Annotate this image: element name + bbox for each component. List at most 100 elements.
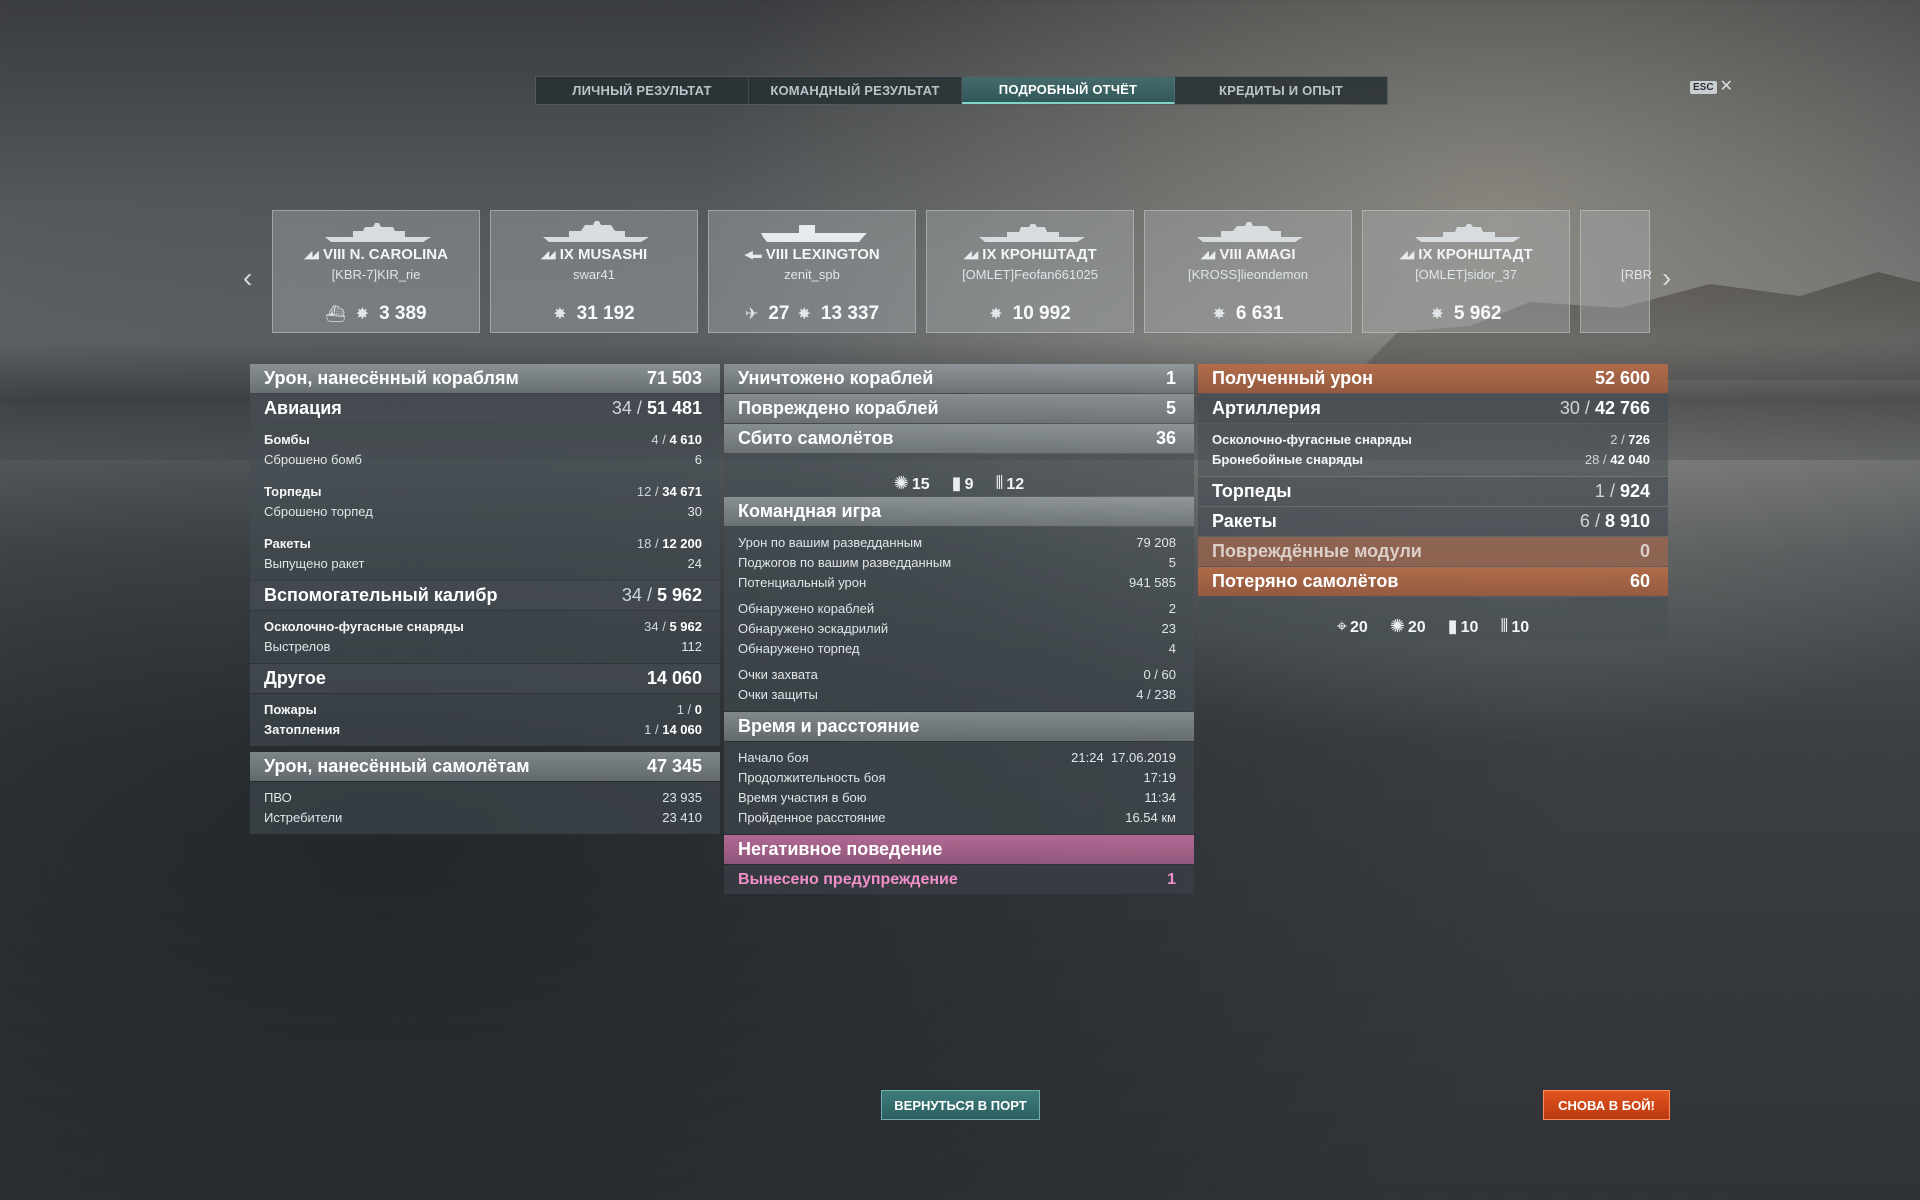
tab-personal-result[interactable]: ЛИЧНЫЙ РЕЗУЛЬТАТ [536, 77, 749, 104]
cruiser-class-icon: ◢◢ [963, 249, 978, 261]
tab-detailed-report[interactable]: ПОДРОБНЫЙ ОТЧЁТ [962, 77, 1175, 104]
battleship-class-icon: ◢◢ [1200, 249, 1215, 261]
plane-destroyed-icon: ✺ [893, 473, 909, 493]
close-icon: ✕ [1719, 78, 1733, 95]
ship-silhouette-icon [325, 223, 431, 242]
ship-damage: 13 337 [820, 303, 880, 324]
distance-row: Пройденное расстояние 16.54 км [738, 810, 1176, 825]
damage-icon: ✸ [1212, 306, 1226, 323]
player-name: [OMLET]sidor_37 [1415, 267, 1517, 282]
planes-shot: 27 [768, 303, 790, 324]
negative-behavior-header: Негативное поведение [724, 835, 1194, 864]
ap-received-row: Бронебойные снаряды 28 / 42 040 [1212, 452, 1650, 467]
plane-destroyed-icon: ✺ [1389, 616, 1405, 636]
ship-silhouette-icon [1415, 224, 1521, 242]
damage-icon: ✸ [989, 306, 1003, 323]
tab-credits-xp[interactable]: КРЕДИТЫ И ОПЫТ [1175, 77, 1387, 104]
tab-team-result[interactable]: КОМАНДНЫЙ РЕЗУЛЬТАТ [749, 77, 962, 104]
bomb-icon: ▮ [1447, 616, 1458, 636]
ship-card[interactable]: ◢◢ IX MUSASHI swar41 ✸ 31 192 [490, 210, 698, 333]
planes-down-breakdown: ✺ 15 ▮ 9 ⦀ 12 [724, 454, 1194, 496]
floods-row: Затопления 1 / 14 060 [264, 722, 702, 737]
tab-bar: ЛИЧНЫЙ РЕЗУЛЬТАТ КОМАНДНЫЙ РЕЗУЛЬТАТ ПОД… [535, 76, 1388, 105]
rockets-row: Ракеты 18 / 12 200 [264, 536, 702, 551]
crosshair-icon: ⌖ [1336, 616, 1348, 636]
ship-card[interactable]: ◢◢ VIII N. CAROLINA [KBR-7]KIR_rie ⛴ ✸ 3 38… [272, 210, 480, 333]
squads-spotted-row: Обнаружено эскадрилий 23 [738, 621, 1176, 636]
secondary-header: Вспомогательный калибр 34 / 5 962 [250, 581, 720, 610]
torpedoes-received-header: Торпеды 1 / 924 [1198, 477, 1668, 506]
ship-damage: 10 992 [1012, 303, 1071, 324]
bombs-dropped-row: Сброшено бомб 6 [264, 452, 702, 467]
ship-card[interactable]: ◢◢ IX КРОНШТАДТ [OMLET]sidor_37 ✸ 5 962 [1362, 210, 1570, 333]
rockets-fired-row: Выпущено ракет 24 [264, 556, 702, 571]
carousel-prev-icon[interactable]: ‹ [243, 262, 252, 294]
team-play-header: Командная игра [724, 497, 1194, 526]
battleship-class-icon: ◢◢ [540, 249, 556, 261]
player-name: [RBR [1621, 267, 1652, 282]
torpedoes-row: Торпеды 12 / 34 671 [264, 484, 702, 499]
ship-damage: 5 962 [1453, 303, 1502, 324]
defense-points-row: Очки защиты 4 / 238 [738, 687, 1176, 702]
ship-card[interactable]: [RBR [1580, 210, 1652, 333]
he-shells-row: Осколочно-фугасные снаряды 34 / 5 962 [264, 619, 702, 634]
damage-icon: ✸ [797, 306, 811, 323]
damage-icon: ✸ [1430, 306, 1444, 323]
ship-damage: 3 389 [379, 303, 427, 324]
rocket-icon: ⦀ [1500, 616, 1509, 636]
cruiser-class-icon: ◢◢ [1399, 249, 1414, 261]
ship-name: VIII AMAGI [1219, 246, 1296, 263]
capture-points-row: Очки захвата 0 / 60 [738, 667, 1176, 682]
ship-silhouette-icon [761, 225, 867, 242]
close-button[interactable]: ESC ✕ [1690, 78, 1733, 95]
esc-badge: ESC [1690, 80, 1717, 94]
planes-lost-header: Потеряно самолётов 60 [1198, 567, 1668, 596]
team-play-details: Урон по вашим разведданным 79 208 Поджого… [724, 527, 1194, 711]
ship-name: IX КРОНШТАДТ [1418, 246, 1533, 263]
artillery-header: Артиллерия 30 / 42 766 [1198, 394, 1668, 423]
kills-panel: Уничтожено кораблей 1 Повреждено кораблей… [724, 364, 1194, 895]
bombs-row: Бомбы 4 / 4 610 [264, 432, 702, 447]
player-name: [KROSS]lieondemon [1188, 267, 1308, 282]
aviation-header: Авиация 34 / 51 481 [250, 394, 720, 423]
damage-icon: ✸ [553, 306, 567, 323]
ship-damage: 31 192 [576, 303, 635, 324]
ship-card[interactable]: ◀▬ VIII LEXINGTON zenit_spb ✈ 27 ✸ 13 337 [708, 210, 916, 333]
time-distance-header: Время и расстояние [724, 712, 1194, 741]
aa-row: ПВО 23 935 [264, 790, 702, 805]
damage-ships-header: Урон, нанесённый кораблям 71 503 [250, 364, 720, 393]
ship-card[interactable]: ◢◢ IX КРОНШТАДТ [OMLET]Feofan661025 ✸ 10 9… [926, 210, 1134, 333]
ship-name: VIII N. CAROLINA [322, 246, 448, 263]
fires-row: Пожары 1 / 0 [264, 702, 702, 717]
battleship-class-icon: ◢◢ [304, 249, 319, 261]
torpedoes-dropped-row: Сброшено торпед 30 [264, 504, 702, 519]
planes-lost-breakdown: ⌖ 20 ✺ 20 ▮ 10 ⦀ 10 [1198, 597, 1668, 639]
player-name: zenit_spb [784, 267, 840, 282]
battle-duration-row: Продолжительность боя 17:19 [738, 770, 1176, 785]
other-header: Другое 14 060 [250, 664, 720, 693]
carousel-next-icon[interactable]: › [1662, 262, 1671, 294]
damage-dealt-panel: Урон, нанесённый кораблям 71 503 Авиация… [250, 364, 720, 835]
sunk-ship-icon: ⛴ [325, 306, 346, 323]
bomb-icon: ▮ [951, 473, 962, 493]
battle-start-row: Начало боя 21:24 17.06.2019 [738, 750, 1176, 765]
return-to-port-button[interactable]: ВЕРНУТЬСЯ В ПОРТ [881, 1090, 1040, 1120]
ship-silhouette-icon [1197, 222, 1303, 242]
ships-spotted-row: Обнаружено кораблей 2 [738, 601, 1176, 616]
player-name: swar41 [573, 267, 615, 282]
artillery-details: Осколочно-фугасные снаряды 2 / 726 Бронеб… [1198, 424, 1668, 476]
ship-card[interactable]: ◢◢ VIII AMAGI [KROSS]lieondemon ✸ 6 631 [1144, 210, 1352, 333]
participation-row: Время участия в бою 11:34 [738, 790, 1176, 805]
time-distance-details: Начало боя 21:24 17.06.2019 Продолжительн… [724, 742, 1194, 834]
aviation-details: Бомбы 4 / 4 610 Сброшено бомб 6 Торпеды 12 … [250, 424, 720, 580]
ship-silhouette-icon [543, 221, 649, 242]
spot-damage-row: Урон по вашим разведданным 79 208 [738, 535, 1176, 550]
ship-name: IX КРОНШТАДТ [982, 246, 1097, 263]
battle-again-button[interactable]: СНОВА В БОЙ! [1543, 1090, 1670, 1120]
damage-planes-details: ПВО 23 935 Истребители 23 410 [250, 782, 720, 834]
ship-carousel: ◢◢ VIII N. CAROLINA [KBR-7]KIR_rie ⛴ ✸ 3 38… [272, 210, 1652, 335]
rocket-icon: ⦀ [995, 473, 1004, 493]
fighters-row: Истребители 23 410 [264, 810, 702, 825]
planes-down-header: Сбито самолётов 36 [724, 424, 1194, 453]
player-name: [KBR-7]KIR_rie [331, 267, 421, 282]
